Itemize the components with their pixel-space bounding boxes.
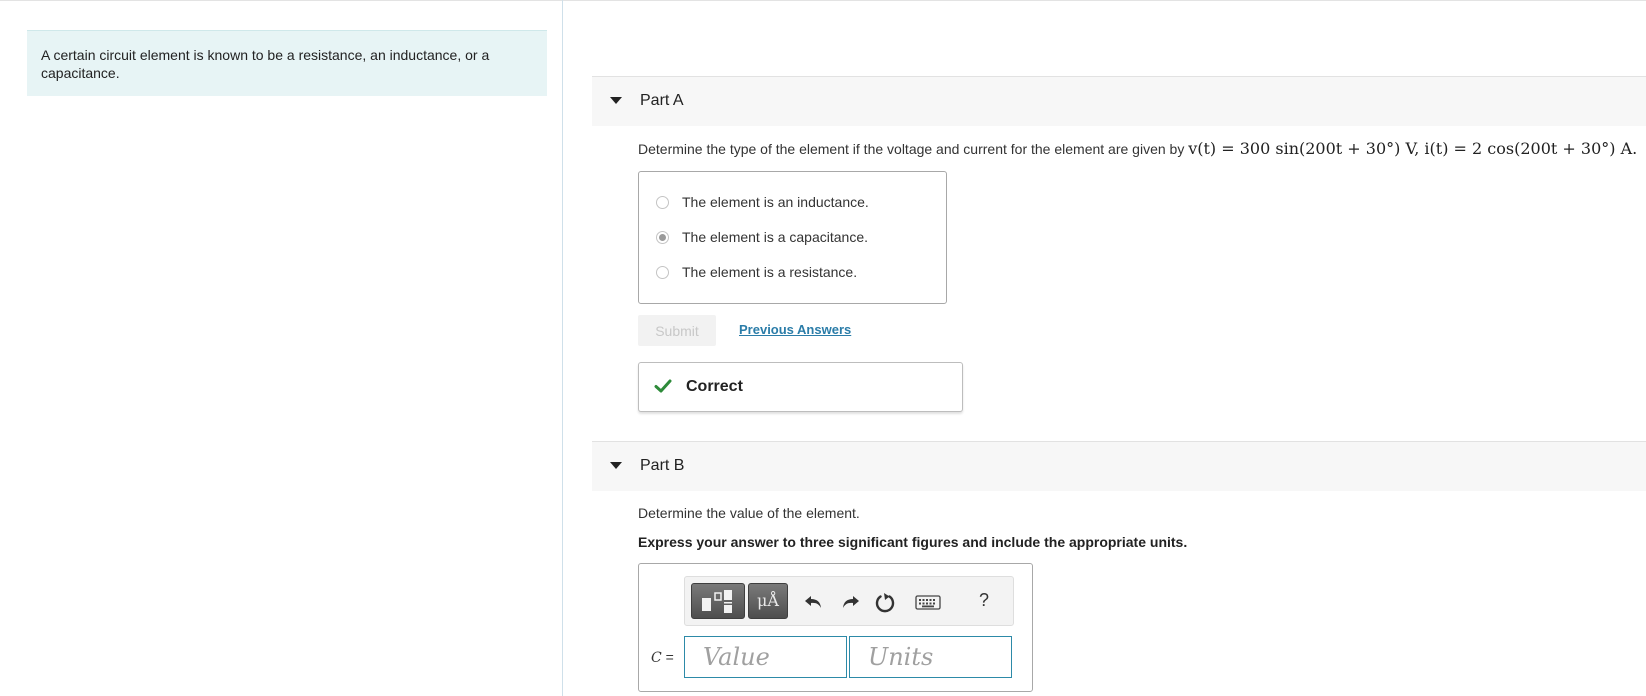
choice-label: The element is an inductance. xyxy=(682,194,869,210)
collapse-caret-icon[interactable] xyxy=(610,97,622,104)
feedback-label: Correct xyxy=(686,378,743,395)
part-a-title: Part A xyxy=(640,92,684,109)
part-b-title: Part B xyxy=(640,457,685,474)
part-b-header[interactable]: Part B xyxy=(592,441,1646,491)
help-button[interactable]: ? xyxy=(979,590,989,611)
reset-icon[interactable] xyxy=(873,590,897,614)
choice-inductance[interactable]: The element is an inductance. xyxy=(656,192,936,214)
intro-text: A certain circuit element is known to be… xyxy=(41,47,490,81)
units-input[interactable] xyxy=(849,636,1012,678)
feedback-box: Correct xyxy=(638,362,963,412)
collapse-caret-icon[interactable] xyxy=(610,462,622,469)
units-glyph: μÅ xyxy=(757,591,779,610)
keyboard-icon[interactable] xyxy=(914,590,942,614)
value-input[interactable] xyxy=(684,636,847,678)
part-a-question-math: v(t) = 300 sin(200t + 30°) V, i(t) = 2 c… xyxy=(1188,139,1638,158)
variable-label: C = xyxy=(651,649,674,666)
part-b-instruction: Express your answer to three significant… xyxy=(638,534,1188,550)
undo-icon[interactable] xyxy=(802,590,826,614)
choice-label: The element is a capacitance. xyxy=(682,229,868,245)
part-a-question: Determine the type of the element if the… xyxy=(638,139,1637,158)
checkmark-icon xyxy=(654,379,672,393)
templates-icon xyxy=(702,590,732,613)
part-b-question: Determine the value of the element. xyxy=(638,505,860,521)
choice-resistance[interactable]: The element is a resistance. xyxy=(656,262,936,284)
problem-intro: A certain circuit element is known to be… xyxy=(27,30,547,96)
previous-answers-link[interactable]: Previous Answers xyxy=(739,322,851,337)
radio-button-selected[interactable] xyxy=(656,231,669,244)
redo-icon[interactable] xyxy=(838,590,862,614)
answer-choices: The element is an inductance. The elemen… xyxy=(638,171,947,304)
top-border xyxy=(0,0,1646,1)
part-a-header[interactable]: Part A xyxy=(592,76,1646,126)
answer-entry-box: μÅ ? C = xyxy=(638,563,1033,692)
templates-button[interactable] xyxy=(691,583,745,619)
choice-capacitance[interactable]: The element is a capacitance. xyxy=(656,227,936,249)
panel-divider xyxy=(562,0,563,696)
math-toolbar: μÅ ? xyxy=(684,576,1014,626)
variable-letter: C xyxy=(651,650,662,666)
radio-button[interactable] xyxy=(656,266,669,279)
radio-button[interactable] xyxy=(656,196,669,209)
submit-button[interactable]: Submit xyxy=(638,315,716,346)
variable-equals: = xyxy=(661,649,674,665)
choice-label: The element is a resistance. xyxy=(682,264,858,280)
units-button[interactable]: μÅ xyxy=(748,583,788,619)
part-a-question-text: Determine the type of the element if the… xyxy=(638,141,1185,157)
